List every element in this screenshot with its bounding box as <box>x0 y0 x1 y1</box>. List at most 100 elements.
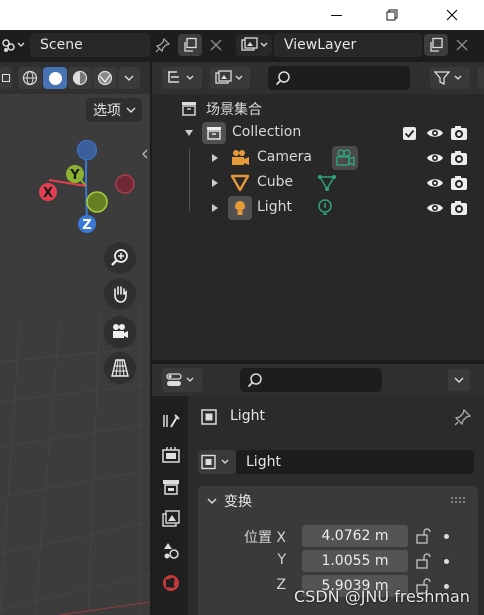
pan-button[interactable] <box>104 278 136 310</box>
scene-icon <box>2 39 25 52</box>
outliner-search-input[interactable] <box>268 66 410 90</box>
wireframe-shading-button[interactable] <box>18 67 42 89</box>
properties-search-input[interactable] <box>240 368 382 392</box>
properties-panel: Light Light 变换 位置 X 4.0762 m Y 1.0055 m … <box>152 364 484 615</box>
display-mode-button[interactable] <box>210 67 250 89</box>
solid-shading-button[interactable] <box>43 67 67 89</box>
eye-icon[interactable] <box>426 175 444 191</box>
viewport-overlay-button[interactable] <box>0 67 12 89</box>
pin-icon <box>155 37 171 53</box>
location-y-label: Y <box>277 552 286 568</box>
viewport-options-dropdown[interactable]: 选项 <box>86 98 142 122</box>
scene-collection-row[interactable]: 场景集合 <box>152 96 484 121</box>
close-button[interactable] <box>422 0 482 30</box>
shading-options-dropdown[interactable] <box>118 67 140 89</box>
navigation-gizmo[interactable]: Y X Z <box>30 134 140 234</box>
3d-viewport[interactable]: 选项 Y X Z <box>0 62 150 615</box>
tab-tool[interactable] <box>158 408 184 434</box>
properties-toggle-icon <box>166 373 194 386</box>
unlock-icon[interactable] <box>414 552 432 570</box>
pin-icon[interactable] <box>454 408 472 426</box>
location-x-field[interactable]: 4.0762 m <box>302 525 408 547</box>
light-data-icon[interactable] <box>315 198 335 218</box>
view-layer-name-field[interactable]: ViewLayer <box>274 33 422 57</box>
view-layer-selector-button[interactable] <box>236 34 272 56</box>
outliner-editor-type-button[interactable] <box>162 67 202 89</box>
zoom-button[interactable] <box>104 242 136 274</box>
tab-world[interactable] <box>158 570 184 596</box>
viewport-options-label: 选项 <box>93 103 121 119</box>
new-scene-button[interactable] <box>178 34 202 56</box>
scene-selector-button[interactable] <box>0 34 28 56</box>
delete-view-layer-button[interactable] <box>450 34 474 56</box>
output-icon <box>163 480 179 495</box>
object-name-field[interactable]: Light <box>236 450 474 474</box>
properties-editor-type-button[interactable] <box>162 368 202 392</box>
search-icon <box>275 71 290 86</box>
expand-arrow-right-icon[interactable] <box>210 178 220 188</box>
maximize-button[interactable] <box>362 0 422 30</box>
exclude-checkbox[interactable] <box>403 127 416 140</box>
unlock-icon[interactable] <box>414 527 432 545</box>
tab-view-layer[interactable] <box>158 506 184 532</box>
rendered-shading-button[interactable] <box>93 67 117 89</box>
scene-name-field[interactable]: Scene <box>30 33 150 57</box>
outliner-item-light[interactable]: Light <box>152 196 484 221</box>
render-camera-icon[interactable] <box>450 175 468 191</box>
location-z-label: Z <box>276 577 286 593</box>
hand-icon <box>114 286 127 303</box>
new-collection-button[interactable] <box>478 67 484 89</box>
toolbar-collapse-toggle[interactable] <box>140 144 150 164</box>
expand-arrow-right-icon[interactable] <box>210 203 220 213</box>
gizmo-negative-x[interactable] <box>115 174 135 194</box>
mesh-data-icon[interactable] <box>317 174 337 192</box>
minimize-icon <box>330 14 342 16</box>
outliner-item-cube[interactable]: Cube <box>152 171 484 196</box>
render-camera-icon[interactable] <box>450 125 468 141</box>
x-icon <box>456 39 468 51</box>
properties-content: Light Light 变换 位置 X 4.0762 m Y 1.0055 m … <box>188 396 484 615</box>
eye-icon[interactable] <box>426 200 444 216</box>
filter-button[interactable] <box>430 67 470 89</box>
gizmo-negative-y[interactable] <box>86 191 108 213</box>
eye-icon[interactable] <box>426 150 444 166</box>
collection-label: Collection <box>232 124 302 140</box>
properties-options-dropdown[interactable] <box>448 369 470 391</box>
render-camera-icon[interactable] <box>450 200 468 216</box>
eye-icon[interactable] <box>426 125 444 141</box>
top-header: Scene ViewLayer <box>0 30 484 60</box>
tab-scene[interactable] <box>158 538 184 564</box>
transform-panel-header[interactable]: 变换 <box>198 486 478 514</box>
render-camera-icon[interactable] <box>450 150 468 166</box>
camera-view-button[interactable] <box>104 316 136 348</box>
object-name-label: Light <box>230 408 265 424</box>
rendered-sphere-icon <box>97 70 113 86</box>
x-icon <box>210 39 222 51</box>
transform-panel-title: 变换 <box>224 494 252 510</box>
keyframe-dot[interactable] <box>444 559 449 564</box>
new-view-layer-button[interactable] <box>424 34 448 56</box>
pin-scene-button[interactable] <box>152 34 174 56</box>
object-icon <box>201 409 217 425</box>
material-preview-button[interactable] <box>68 67 92 89</box>
camera-data-icon[interactable] <box>332 146 358 170</box>
keyframe-dot[interactable] <box>444 534 449 539</box>
perspective-toggle-button[interactable] <box>104 352 136 384</box>
outliner-item-camera[interactable]: Camera <box>152 146 484 171</box>
collection-row[interactable]: Collection <box>152 121 484 146</box>
drag-handle-icon[interactable] <box>450 496 466 504</box>
view-layer-name-value: ViewLayer <box>284 37 357 53</box>
expand-arrow-right-icon[interactable] <box>210 153 220 163</box>
duplicate-icon <box>184 37 197 52</box>
minimize-button[interactable] <box>306 0 366 30</box>
outliner-panel: 场景集合 Collection Camera Cube Light <box>152 62 484 360</box>
delete-scene-button[interactable] <box>204 34 228 56</box>
gizmo-negative-z[interactable] <box>77 140 97 160</box>
expand-arrow-down-icon[interactable] <box>184 128 194 138</box>
object-data-browse-button[interactable] <box>198 450 236 474</box>
camera-object-icon <box>232 150 249 165</box>
collection-icon <box>202 122 226 144</box>
tab-render[interactable] <box>158 442 184 468</box>
location-y-field[interactable]: 1.0055 m <box>302 550 408 572</box>
tab-output[interactable] <box>158 474 184 500</box>
